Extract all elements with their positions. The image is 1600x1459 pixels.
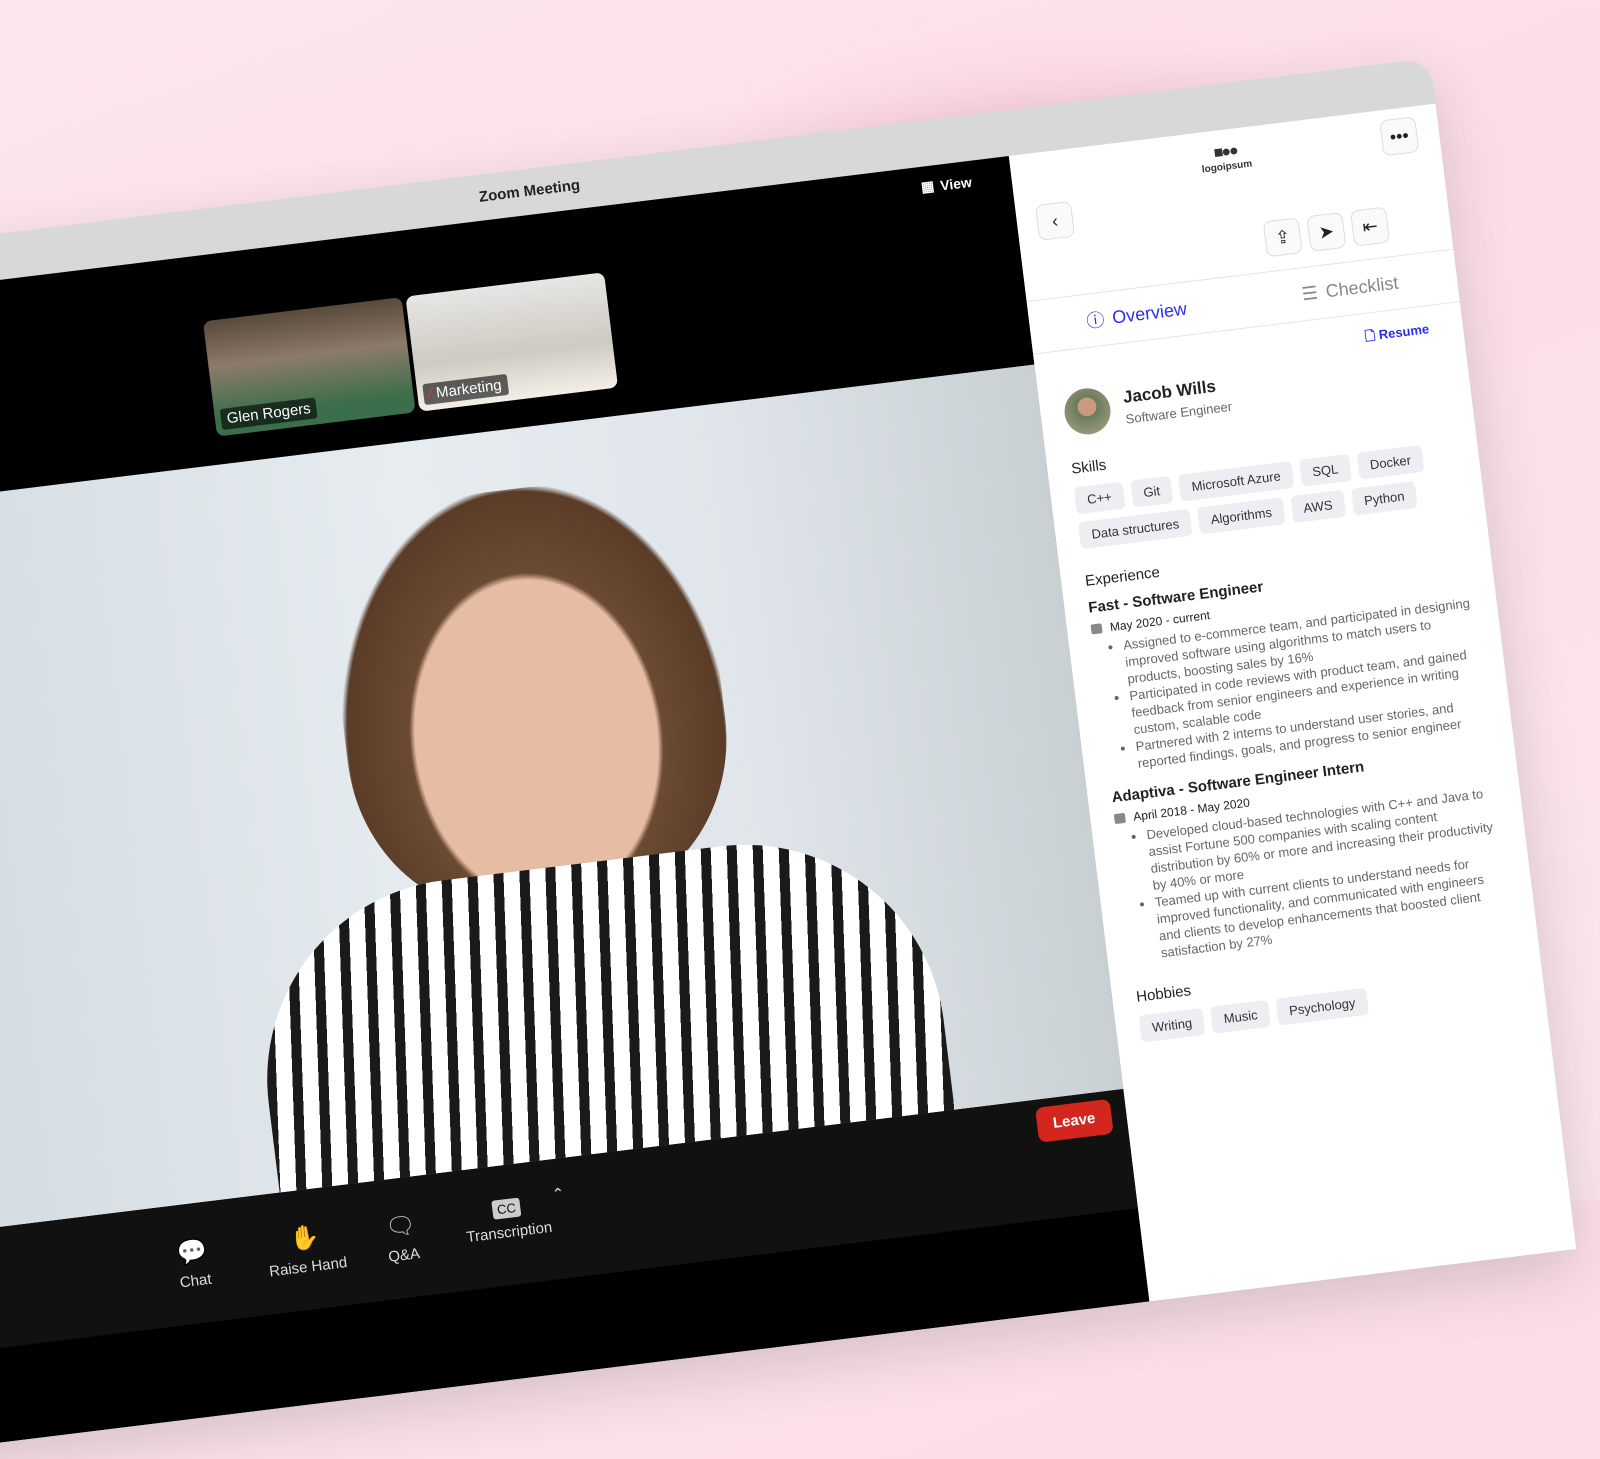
- chip: Psychology: [1275, 987, 1369, 1026]
- chip: Music: [1210, 999, 1272, 1034]
- chip: Python: [1350, 481, 1418, 516]
- chip: Data structures: [1077, 508, 1193, 550]
- tab-overview[interactable]: ⓘ Overview: [1027, 276, 1247, 354]
- back-button[interactable]: ‹: [1034, 200, 1076, 241]
- resume-link[interactable]: 🗋 Resume: [1364, 320, 1431, 350]
- transcription-options-chevron[interactable]: ⌃: [551, 1184, 566, 1203]
- participant-name: Glen Rogers: [219, 397, 318, 430]
- participant-tile[interactable]: ⁄ Marketing: [405, 272, 619, 412]
- collapse-button[interactable]: ⇤: [1350, 206, 1391, 247]
- qa-button[interactable]: 🗨 Q&A: [383, 1210, 421, 1265]
- calendar-icon: [1090, 623, 1103, 635]
- logo: ■●● logoipsum: [1201, 142, 1253, 176]
- info-icon: ⓘ: [1085, 309, 1106, 332]
- chip: Docker: [1356, 444, 1425, 480]
- chip: C++: [1073, 481, 1126, 515]
- chip: AWS: [1289, 489, 1346, 524]
- avatar: [1061, 385, 1114, 438]
- more-button[interactable]: •••: [1379, 116, 1420, 157]
- arrow-left-bar-icon: ⇤: [1361, 215, 1379, 237]
- hand-icon: ✋: [288, 1223, 322, 1254]
- chip: Algorithms: [1197, 497, 1286, 535]
- app-window: Zoom Meeting ▦ View Glen Rogers ⁄ Marketi…: [0, 58, 1577, 1459]
- chat-button[interactable]: 💬 Chat: [175, 1236, 213, 1291]
- qa-bubbles-icon: 🗨: [383, 1211, 418, 1242]
- send-icon: ➤: [1317, 220, 1336, 243]
- upload-icon: ⇪: [1273, 225, 1292, 248]
- calendar-icon: [1113, 812, 1126, 825]
- video-area: ▦ View Glen Rogers ⁄ Marketing 💬 Chat ✋ Rai…: [0, 156, 1150, 1459]
- chip: Microsoft Azure: [1178, 460, 1295, 502]
- job-entry: Fast - Software Engineer May 2020 - curre…: [1087, 553, 1488, 775]
- transcription-button[interactable]: CC Transcription: [463, 1194, 553, 1246]
- checklist-icon: ☰: [1300, 282, 1319, 304]
- cc-icon: CC: [490, 1197, 522, 1220]
- upload-button[interactable]: ⇪: [1262, 217, 1303, 258]
- chat-bubble-icon: 💬: [175, 1237, 209, 1268]
- tab-checklist[interactable]: ☰ Checklist: [1240, 250, 1460, 328]
- chevron-left-icon: ‹: [1050, 210, 1060, 231]
- participant-tile[interactable]: Glen Rogers: [202, 297, 416, 437]
- participant-name: ⁄ Marketing: [422, 373, 509, 406]
- chip: SQL: [1298, 453, 1352, 487]
- job-entry: Adaptiva - Software Engineer Intern April…: [1111, 743, 1512, 965]
- grid-icon: ▦: [920, 177, 936, 195]
- view-button[interactable]: ▦ View: [920, 173, 973, 196]
- raise-hand-button[interactable]: ✋ Raise Hand: [264, 1219, 348, 1280]
- more-dots-icon: •••: [1388, 124, 1410, 147]
- chip: Writing: [1138, 1007, 1206, 1043]
- chip: Git: [1129, 475, 1174, 508]
- send-button[interactable]: ➤: [1306, 211, 1347, 252]
- leave-button[interactable]: Leave: [1035, 1098, 1114, 1143]
